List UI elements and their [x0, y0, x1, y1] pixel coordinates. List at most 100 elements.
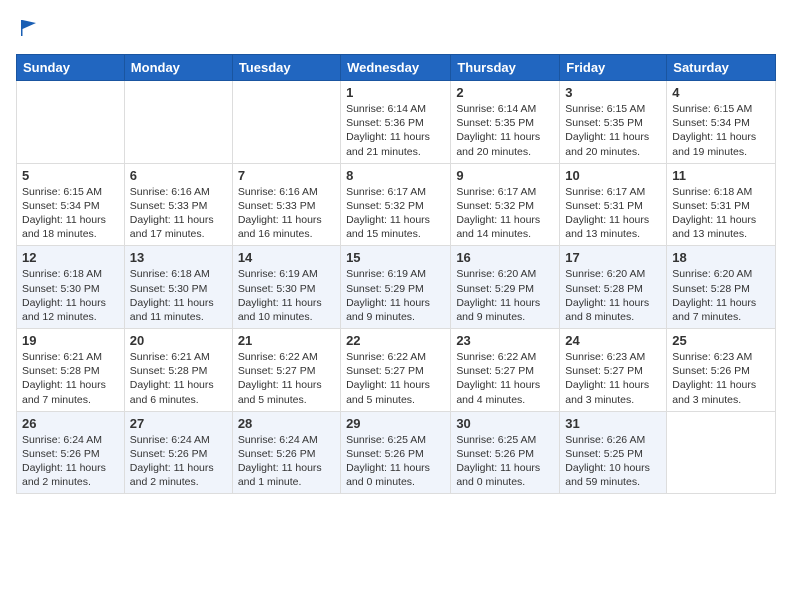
day-info-line: Sunset: 5:35 PM: [456, 116, 554, 130]
calendar-cell: 11Sunrise: 6:18 AMSunset: 5:31 PMDayligh…: [667, 163, 776, 246]
day-number: 9: [456, 168, 554, 183]
day-info-line: Sunset: 5:28 PM: [672, 282, 770, 296]
day-number: 22: [346, 333, 445, 348]
day-info-line: Sunrise: 6:24 AM: [238, 433, 335, 447]
day-info-line: Daylight: 11 hours and 0 minutes.: [346, 461, 445, 489]
day-info-line: Daylight: 11 hours and 13 minutes.: [672, 213, 770, 241]
day-info-line: Daylight: 11 hours and 3 minutes.: [672, 378, 770, 406]
day-info-line: Sunrise: 6:22 AM: [346, 350, 445, 364]
calendar-cell: 29 Sunrise: 6:25 AMSunset: 5:26 PMDayligh…: [341, 411, 451, 494]
day-info-line: Sunset: 5:26 PM: [238, 447, 335, 461]
day-info-line: Sunset: 5:28 PM: [565, 282, 661, 296]
header-tuesday: Tuesday: [232, 55, 340, 81]
day-info-line: Sunset: 5:26 PM: [22, 447, 119, 461]
day-info-line: Sunrise: 6:14 AM: [456, 102, 554, 116]
day-info-line: Sunrise: 6:19 AM: [238, 267, 335, 281]
day-info-line: Sunset: 5:32 PM: [346, 199, 445, 213]
page: Sunday Monday Tuesday Wednesday Thursday…: [0, 0, 792, 510]
day-info-line: Sunset: 5:26 PM: [130, 447, 227, 461]
day-info-line: Daylight: 11 hours and 2 minutes.: [22, 461, 119, 489]
calendar-cell: 24Sunrise: 6:23 AMSunset: 5:27 PMDayligh…: [560, 329, 667, 412]
day-number: 23: [456, 333, 554, 348]
day-info-line: Daylight: 11 hours and 9 minutes.: [456, 296, 554, 324]
day-number: 7: [238, 168, 335, 183]
day-number: 1: [346, 85, 445, 100]
day-info-line: Daylight: 11 hours and 20 minutes.: [565, 130, 661, 158]
day-info-line: Daylight: 11 hours and 16 minutes.: [238, 213, 335, 241]
day-number: 5: [22, 168, 119, 183]
day-info-line: Sunset: 5:34 PM: [22, 199, 119, 213]
header-sunday: Sunday: [17, 55, 125, 81]
calendar-cell: 14Sunrise: 6:19 AMSunset: 5:30 PMDayligh…: [232, 246, 340, 329]
day-number: 15: [346, 250, 445, 265]
day-info-line: Daylight: 11 hours and 17 minutes.: [130, 213, 227, 241]
calendar-cell: 28Sunrise: 6:24 AMSunset: 5:26 PMDayligh…: [232, 411, 340, 494]
day-info-line: Sunrise: 6:15 AM: [565, 102, 661, 116]
day-number: 16: [456, 250, 554, 265]
day-number: 24: [565, 333, 661, 348]
day-info-line: Sunrise: 6:14 AM: [346, 102, 445, 116]
calendar-cell: 15Sunrise: 6:19 AMSunset: 5:29 PMDayligh…: [341, 246, 451, 329]
day-info-line: Sunset: 5:28 PM: [22, 364, 119, 378]
header-wednesday: Wednesday: [341, 55, 451, 81]
day-info-line: Sunset: 5:29 PM: [456, 282, 554, 296]
day-info-line: Daylight: 11 hours and 19 minutes.: [672, 130, 770, 158]
day-info-line: Sunrise: 6:25 AM: [346, 433, 445, 447]
day-number: 18: [672, 250, 770, 265]
calendar-cell: [232, 81, 340, 164]
calendar-cell: 13Sunrise: 6:18 AMSunset: 5:30 PMDayligh…: [124, 246, 232, 329]
day-info-line: Sunset: 5:26 PM: [346, 447, 445, 461]
day-info-line: Daylight: 11 hours and 6 minutes.: [130, 378, 227, 406]
day-info-line: Sunset: 5:27 PM: [238, 364, 335, 378]
day-info-line: Sunrise: 6:22 AM: [238, 350, 335, 364]
day-info-line: Sunrise: 6:15 AM: [22, 185, 119, 199]
day-info-line: Daylight: 11 hours and 5 minutes.: [346, 378, 445, 406]
day-number: 30: [456, 416, 554, 431]
header-saturday: Saturday: [667, 55, 776, 81]
day-info-line: Sunrise: 6:22 AM: [456, 350, 554, 364]
day-number: 4: [672, 85, 770, 100]
day-info-line: Sunset: 5:27 PM: [565, 364, 661, 378]
day-info-line: Sunset: 5:33 PM: [130, 199, 227, 213]
day-info-line: Daylight: 11 hours and 20 minutes.: [456, 130, 554, 158]
day-info-line: Daylight: 11 hours and 18 minutes.: [22, 213, 119, 241]
calendar-cell: 20Sunrise: 6:21 AMSunset: 5:28 PMDayligh…: [124, 329, 232, 412]
day-info-line: Sunset: 5:30 PM: [22, 282, 119, 296]
day-info-line: Sunrise: 6:26 AM: [565, 433, 661, 447]
calendar-cell: 27Sunrise: 6:24 AMSunset: 5:26 PMDayligh…: [124, 411, 232, 494]
day-info-line: Daylight: 11 hours and 0 minutes.: [456, 461, 554, 489]
calendar-header-row: Sunday Monday Tuesday Wednesday Thursday…: [17, 55, 776, 81]
day-number: 29: [346, 416, 445, 431]
day-info-line: Sunset: 5:27 PM: [456, 364, 554, 378]
day-info-line: Sunrise: 6:18 AM: [672, 185, 770, 199]
day-info-line: Sunset: 5:31 PM: [565, 199, 661, 213]
calendar-cell: 22Sunrise: 6:22 AMSunset: 5:27 PMDayligh…: [341, 329, 451, 412]
day-info-line: Daylight: 11 hours and 10 minutes.: [238, 296, 335, 324]
day-info-line: Sunset: 5:28 PM: [130, 364, 227, 378]
day-info-line: Sunrise: 6:18 AM: [22, 267, 119, 281]
day-info-line: Daylight: 11 hours and 2 minutes.: [130, 461, 227, 489]
calendar-cell: 21Sunrise: 6:22 AMSunset: 5:27 PMDayligh…: [232, 329, 340, 412]
calendar-cell: 18Sunrise: 6:20 AMSunset: 5:28 PMDayligh…: [667, 246, 776, 329]
day-number: 3: [565, 85, 661, 100]
day-info-line: Daylight: 11 hours and 14 minutes.: [456, 213, 554, 241]
calendar-cell: 4Sunrise: 6:15 AMSunset: 5:34 PMDaylight…: [667, 81, 776, 164]
day-number: 8: [346, 168, 445, 183]
day-info-line: Daylight: 11 hours and 9 minutes.: [346, 296, 445, 324]
day-number: 17: [565, 250, 661, 265]
day-info-line: Sunrise: 6:18 AM: [130, 267, 227, 281]
day-info-line: Sunset: 5:32 PM: [456, 199, 554, 213]
day-number: 2: [456, 85, 554, 100]
day-number: 6: [130, 168, 227, 183]
day-info-line: Sunrise: 6:20 AM: [672, 267, 770, 281]
day-number: 10: [565, 168, 661, 183]
day-number: 14: [238, 250, 335, 265]
day-info-line: Sunset: 5:31 PM: [672, 199, 770, 213]
day-info-line: Sunrise: 6:19 AM: [346, 267, 445, 281]
calendar-cell: 3Sunrise: 6:15 AMSunset: 5:35 PMDaylight…: [560, 81, 667, 164]
day-info-line: Sunrise: 6:23 AM: [672, 350, 770, 364]
calendar-cell: [667, 411, 776, 494]
day-number: 19: [22, 333, 119, 348]
day-info-line: Sunrise: 6:15 AM: [672, 102, 770, 116]
day-info-line: Daylight: 11 hours and 21 minutes.: [346, 130, 445, 158]
